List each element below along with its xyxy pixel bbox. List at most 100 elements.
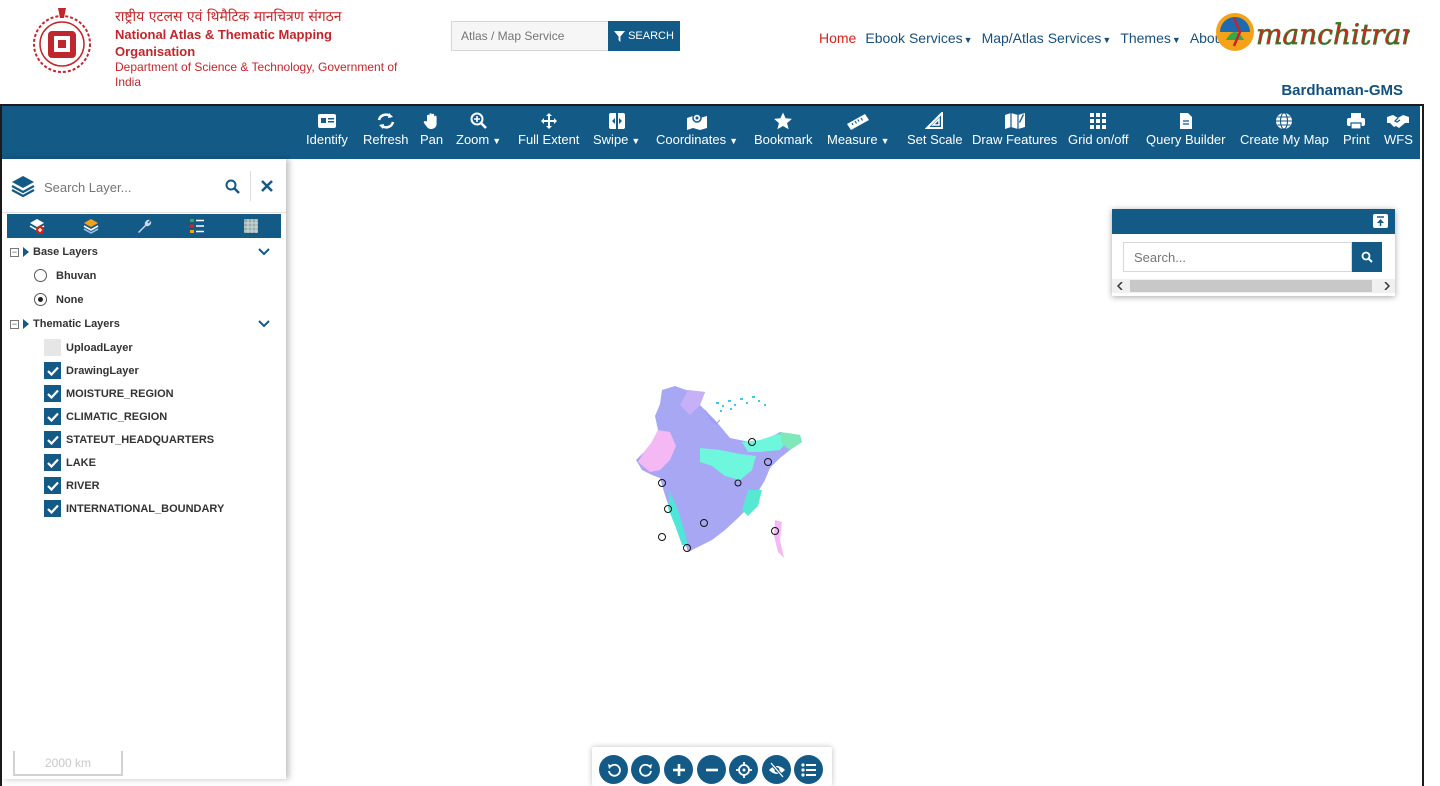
checkbox-checked[interactable]	[44, 500, 61, 517]
zoom-in-button[interactable]	[664, 755, 693, 784]
tool-set-scale[interactable]: Set Scale	[907, 112, 963, 147]
checkbox-unchecked[interactable]	[44, 339, 61, 356]
org-title-english: National Atlas & Thematic Mapping Organi…	[115, 27, 332, 59]
tool-pan[interactable]: Pan	[420, 112, 443, 147]
atlas-search-input[interactable]	[451, 21, 608, 51]
base-layer-none-label: None	[56, 293, 84, 306]
layer-label: CLIMATIC_REGION	[66, 410, 168, 423]
layer-climatic-region[interactable]: CLIMATIC_REGION	[44, 408, 167, 425]
ruler-icon	[847, 114, 870, 130]
tool-create-my-map-label: Create My Map	[1240, 132, 1329, 147]
globe-icon	[1276, 112, 1293, 130]
redo-button[interactable]	[631, 755, 660, 784]
org-title-hindi: राष्ट्रीय एटलस एवं थिमैटिक मानचित्रण संग…	[115, 9, 342, 25]
nav-home[interactable]: Home	[819, 30, 861, 46]
tool-identify[interactable]: Identify	[306, 112, 348, 147]
tool-measure[interactable]: Measure ▼	[827, 112, 890, 147]
locate-button[interactable]	[729, 755, 758, 784]
eye-slash-icon	[768, 761, 785, 778]
tab-tools-wrench-icon[interactable]	[135, 217, 153, 235]
tool-query-builder[interactable]: Query Builder	[1146, 112, 1225, 147]
tool-grid-toggle[interactable]: Grid on/off	[1068, 112, 1128, 147]
id-card-icon	[317, 114, 336, 128]
map-search-widget	[1112, 209, 1395, 296]
scrollbar-thumb[interactable]	[1130, 280, 1372, 292]
tab-opacity-icon[interactable]	[242, 217, 260, 235]
thematic-layers-group[interactable]: − Thematic Layers	[10, 315, 120, 333]
radio-bhuvan[interactable]	[34, 269, 47, 282]
tool-coordinates[interactable]: Coordinates ▼	[656, 112, 738, 147]
collapse-minus-icon[interactable]: −	[10, 247, 19, 257]
layer-drawinglayer[interactable]: DrawingLayer	[44, 362, 139, 379]
tool-swipe[interactable]: Swipe ▼	[593, 112, 640, 147]
chevron-down-icon[interactable]	[258, 318, 270, 330]
checkbox-checked[interactable]	[44, 385, 61, 402]
nav-themes-label: Themes	[1120, 30, 1171, 46]
checkbox-checked[interactable]	[44, 431, 61, 448]
map-search-input[interactable]	[1123, 242, 1352, 272]
checkbox-checked[interactable]	[44, 362, 61, 379]
list-icon	[800, 762, 816, 777]
tool-create-my-map[interactable]: Create My Map	[1240, 112, 1329, 147]
manchitran-logo[interactable]: manchitran	[1214, 10, 1410, 54]
header-search-button[interactable]: SEARCH	[608, 21, 680, 51]
undo-button[interactable]	[599, 755, 628, 784]
checkbox-checked[interactable]	[44, 477, 61, 494]
hide-layers-button[interactable]	[762, 755, 791, 784]
collapse-up-icon[interactable]	[1373, 214, 1388, 228]
tab-legend-icon[interactable]	[188, 217, 206, 235]
chevron-down-icon[interactable]	[258, 246, 270, 258]
tab-layers-icon[interactable]	[82, 217, 100, 235]
legend-list-button[interactable]	[794, 755, 823, 784]
tool-refresh[interactable]: Refresh	[363, 112, 409, 147]
tool-print[interactable]: Print	[1343, 112, 1370, 147]
check-icon	[46, 435, 59, 445]
nav-map-atlas-services[interactable]: Map/Atlas Services▼	[982, 30, 1117, 46]
nav-ebook-services[interactable]: Ebook Services▼	[865, 30, 977, 46]
base-layer-bhuvan[interactable]: Bhuvan	[34, 269, 96, 282]
base-layer-none[interactable]: None	[34, 293, 84, 306]
check-icon	[46, 504, 59, 514]
draw-map-icon	[1004, 113, 1025, 129]
scroll-left-icon[interactable]	[1117, 282, 1123, 290]
org-title-block: राष्ट्रीय एटलस एवं थिमैटिक मानचित्रण संग…	[115, 8, 415, 90]
layer-uploadlayer[interactable]: UploadLayer	[44, 339, 133, 356]
layer-lake[interactable]: LAKE	[44, 454, 96, 471]
layer-stateut-headquarters[interactable]: STATEUT_HEADQUARTERS	[44, 431, 214, 448]
nato-emblem-logo[interactable]	[30, 4, 94, 74]
horizontal-scrollbar[interactable]	[1112, 279, 1395, 293]
tool-zoom[interactable]: Zoom ▼	[456, 112, 501, 147]
layers-icon	[11, 176, 35, 198]
caret-down-icon: ▼	[1102, 35, 1112, 45]
search-icon[interactable]	[225, 179, 240, 194]
layer-moisture-region[interactable]: MOISTURE_REGION	[44, 385, 174, 402]
layer-river[interactable]: RIVER	[44, 477, 100, 494]
tool-grid-label: Grid on/off	[1068, 132, 1129, 147]
nav-map-atlas-label: Map/Atlas Services	[981, 30, 1102, 46]
tool-full-extent[interactable]: Full Extent	[518, 112, 579, 147]
thematic-layers-label: Thematic Layers	[33, 318, 120, 330]
layer-international-boundary[interactable]: INTERNATIONAL_BOUNDARY	[44, 500, 224, 517]
tool-full-extent-label: Full Extent	[518, 132, 580, 147]
checkbox-checked[interactable]	[44, 408, 61, 425]
tool-zoom-label: Zoom	[456, 132, 490, 147]
handshake-icon	[1387, 115, 1410, 128]
zoom-out-button[interactable]	[697, 755, 726, 784]
nav-themes[interactable]: Themes▼	[1120, 30, 1186, 46]
scroll-right-icon[interactable]	[1384, 282, 1390, 290]
nav-home-label: Home	[819, 30, 857, 46]
tool-wfs[interactable]: WFS	[1384, 112, 1413, 147]
checkbox-checked[interactable]	[44, 454, 61, 471]
logo-wordmark: manchitran	[1256, 18, 1410, 51]
tool-draw-features[interactable]: Draw Features	[972, 112, 1057, 147]
tool-bookmark[interactable]: Bookmark	[754, 112, 813, 147]
tool-measure-label: Measure	[827, 132, 878, 147]
radio-none[interactable]	[34, 293, 47, 306]
collapse-minus-icon[interactable]: −	[10, 319, 19, 329]
layer-search-input[interactable]	[44, 175, 214, 199]
tab-add-layer-icon[interactable]	[28, 217, 46, 235]
india-thematic-map[interactable]	[630, 380, 810, 565]
base-layers-group[interactable]: − Base Layers	[10, 243, 98, 261]
close-icon[interactable]	[261, 180, 273, 192]
map-search-button[interactable]	[1352, 242, 1382, 272]
